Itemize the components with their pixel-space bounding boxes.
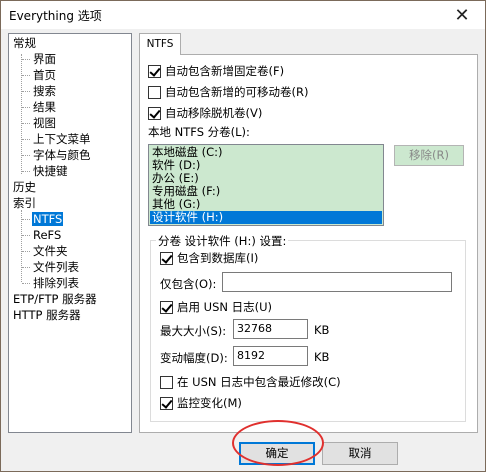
auto-remove-offline-checkbox[interactable]: 自动移除脱机卷(V) [148,105,262,121]
tree-item-http-server[interactable]: HTTP 服务器 [13,307,81,323]
include-only-label: 仅包含(O): [160,277,217,291]
monitor-changes-checkbox[interactable]: 监控变化(M) [160,395,242,411]
tree-item-hotkeys[interactable]: 快捷键 [33,163,68,179]
close-icon[interactable]: ✕ [439,1,485,29]
enable-usn-checkbox[interactable]: 启用 USN 日志(U) [160,299,272,315]
tree-item-index[interactable]: 索引 [13,195,36,211]
include-in-db-checkbox[interactable]: 包含到数据库(I) [160,250,258,266]
delta-unit: KB [314,350,330,364]
tree-item-ui[interactable]: 界面 [33,51,56,67]
include-recent-checkbox[interactable]: 在 USN 日志中包含最近修改(C) [160,374,341,390]
max-size-label: 最大大小(S): [160,324,227,338]
title-bar: Everything 选项 ✕ [1,1,485,29]
tree-item-file-lists[interactable]: 文件列表 [33,259,79,275]
tree-item-context-menu[interactable]: 上下文菜单 [33,131,91,147]
checkbox-box[interactable] [148,85,161,99]
checkbox-box[interactable] [160,375,173,389]
tab-ntfs[interactable]: NTFS [139,33,181,55]
tree-item-folders[interactable]: 文件夹 [33,243,68,259]
tree-item-results[interactable]: 结果 [33,99,56,115]
checkbox-box[interactable] [148,64,161,78]
remove-volume-button[interactable]: 移除(R) [394,145,464,166]
volume-item-selected[interactable]: 设计软件 (H:) [150,211,382,224]
volumes-listbox[interactable]: 本地磁盘 (C:) 软件 (D:) 办公 (E:) 专用磁盘 (F:) 其他 (… [148,144,384,226]
tree-item-history[interactable]: 历史 [13,179,36,195]
include-only-input[interactable] [222,272,452,292]
checkbox-box[interactable] [160,251,173,265]
tree-item-etp-ftp-server[interactable]: ETP/FTP 服务器 [13,291,97,307]
tree-item-search[interactable]: 搜索 [33,83,56,99]
tree-branch-line [21,210,22,282]
tree-item-refs[interactable]: ReFS [33,227,61,243]
tree-item-fonts-colors[interactable]: 字体与颜色 [33,147,91,163]
tree-item-general[interactable]: 常规 [13,35,36,51]
tree-branch-line [21,54,22,174]
delta-label: 变动幅度(D): [160,351,228,365]
checkbox-box[interactable] [160,396,173,410]
checkbox-box[interactable] [160,300,173,314]
delta-input[interactable]: 8192 [233,346,308,366]
settings-tree: 常规 界面 首页 搜索 结果 视图 上下文菜单 字体与颜色 快捷键 历史 索引 … [8,33,132,433]
auto-include-fixed-checkbox[interactable]: 自动包含新增固定卷(F) [148,63,284,79]
auto-include-removable-checkbox[interactable]: 自动包含新增的可移动卷(R) [148,84,308,100]
window-title: Everything 选项 [9,9,102,23]
tree-item-home[interactable]: 首页 [33,67,56,83]
max-size-input[interactable]: 32768 [233,319,308,339]
volume-settings-title: 分卷 设计软件 (H:) 设置: [156,233,289,249]
tree-item-exclude-list[interactable]: 排除列表 [33,275,79,291]
checkbox-box[interactable] [148,106,161,120]
tree-item-view[interactable]: 视图 [33,115,56,131]
cancel-button[interactable]: 取消 [322,442,398,465]
volumes-label: 本地 NTFS 分卷(L): [148,125,250,139]
ok-button[interactable]: 确定 [239,442,315,465]
max-size-unit: KB [314,323,330,337]
tree-item-ntfs[interactable]: NTFS [32,211,64,227]
